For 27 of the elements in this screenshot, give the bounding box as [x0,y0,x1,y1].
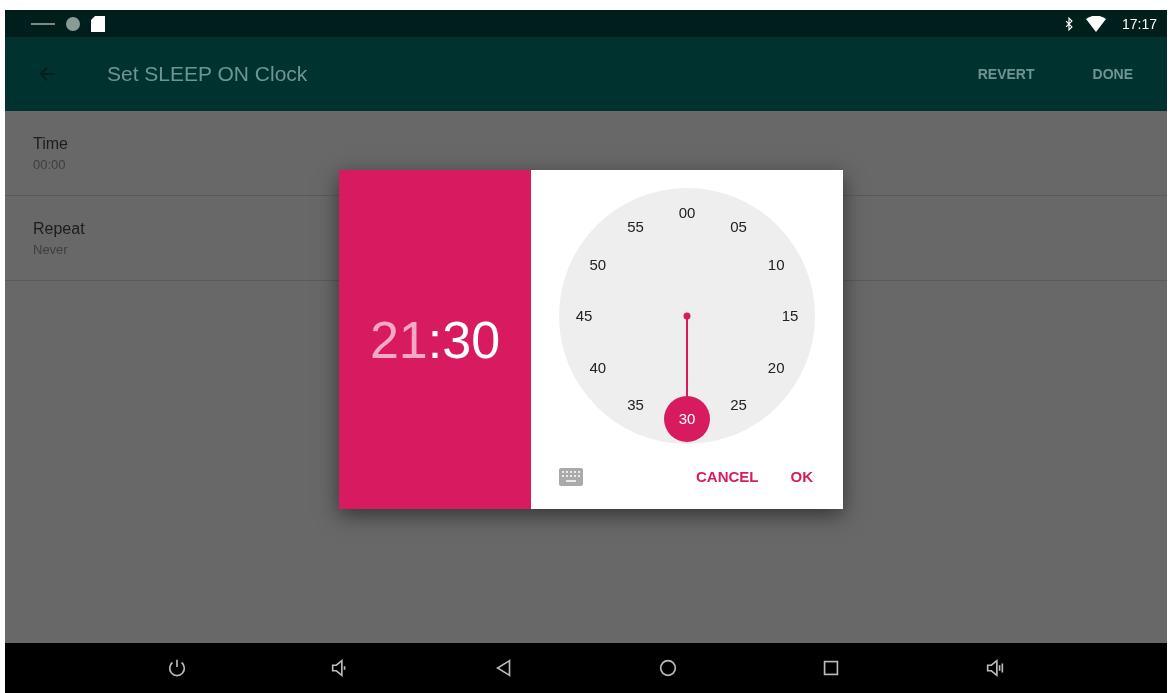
minute-number[interactable]: 35 [617,395,654,416]
circle-icon [65,15,81,32]
minute-number[interactable]: 10 [758,254,795,275]
toolbar-title: Set SLEEP ON Clock [107,62,309,86]
time-field[interactable]: 30 [442,309,501,370]
minute-number[interactable]: 15 [772,306,808,326]
setting-title: Repeat [33,219,85,238]
wifi-icon [1085,15,1106,32]
setting-title: Time [33,134,68,153]
toolbar-action[interactable]: REVERT [965,58,1047,90]
minute-number[interactable]: 25 [720,395,757,416]
time-separator: : [427,309,443,370]
keyboard-icon [559,467,583,486]
minute-number[interactable]: 05 [720,216,757,237]
minute-number[interactable]: 20 [758,357,795,378]
minute-number[interactable]: 40 [579,357,616,378]
clock-face[interactable]: 00 05 10 15 20 25 30 35 40 45 50 55 [559,188,815,444]
minute-number[interactable]: 55 [617,216,654,237]
minute-number[interactable]: 30 [669,409,705,429]
sd-card-icon [91,15,105,32]
toolbar-action[interactable]: DONE [1080,58,1145,90]
minute-number[interactable]: 00 [669,203,705,223]
clock-time: 17:17 [1121,15,1157,32]
minute-number[interactable]: 50 [579,254,616,275]
dialog-button[interactable]: CANCEL [686,460,769,493]
dialog-button[interactable]: OK [780,460,823,493]
minute-number[interactable]: 45 [566,306,602,326]
